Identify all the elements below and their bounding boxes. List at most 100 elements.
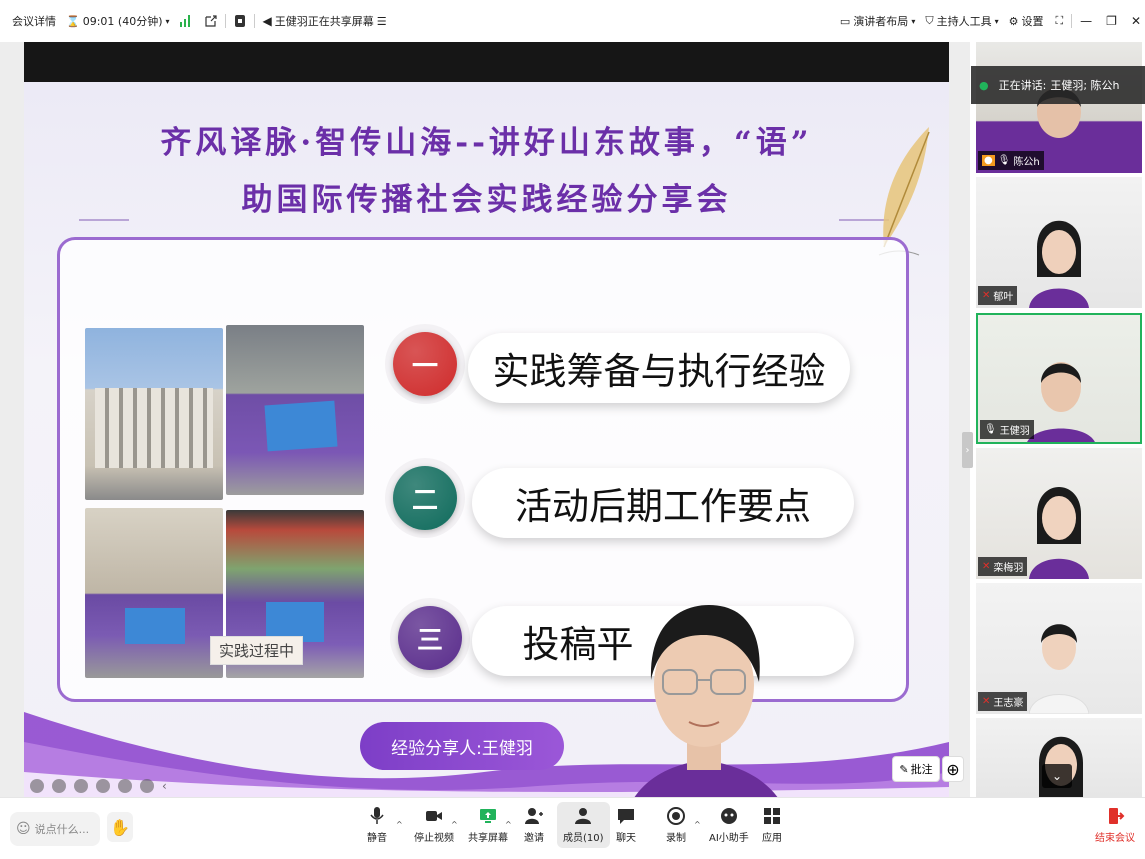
caret-icon[interactable]: ^: [451, 820, 458, 829]
item-number-2: 二: [393, 466, 457, 530]
chevron-left-icon[interactable]: ‹: [162, 779, 167, 793]
record-label: 录制: [666, 833, 686, 844]
screenshot-icon[interactable]: [96, 779, 110, 793]
more-icon[interactable]: [140, 779, 154, 793]
end-meeting-label: 结束会议: [1095, 833, 1135, 844]
meeting-details-label: 会议详情: [12, 15, 56, 28]
participant-tile[interactable]: ✕ 栾梅羽: [976, 448, 1142, 579]
fullscreen-icon[interactable]: ⛶: [1055, 14, 1063, 28]
restore-icon[interactable]: ❐: [1106, 14, 1117, 28]
mic-muted-icon: ✕: [982, 696, 991, 707]
share-screen-label: 共享屏幕: [468, 833, 508, 844]
ai-assistant-button[interactable]: AI小助手: [709, 806, 749, 844]
photo-tag: 实践过程中: [210, 636, 304, 665]
laser-icon[interactable]: [52, 779, 66, 793]
chevron-right-icon: ›: [965, 444, 970, 456]
item-number-1: 一: [393, 332, 457, 396]
caret-icon[interactable]: ^: [505, 820, 512, 829]
chevron-down-icon: ▾: [165, 16, 170, 26]
mute-button[interactable]: 静音: [367, 806, 387, 844]
layout-label: 演讲者布局: [853, 15, 909, 28]
layout-button[interactable]: ▭ 演讲者布局 ▾: [840, 13, 915, 29]
menu-icon: ☰: [376, 14, 387, 28]
mic-icon: [370, 807, 384, 824]
signal-icon[interactable]: [179, 15, 192, 27]
participant-tile[interactable]: ⌄: [976, 718, 1142, 797]
participant-gallery: ● 🎙 陈公h ✕ 郁叶 🎙 王健羽 ✕ 栾梅羽 ✕ 王志豪 ⌄: [975, 42, 1145, 797]
members-label: 成员(10): [563, 833, 604, 844]
exit-icon: [1109, 808, 1125, 824]
stop-video-button[interactable]: 停止视频: [414, 806, 454, 844]
item-number-label: 三: [416, 625, 443, 656]
timer-label: 09:01 (40分钟): [82, 15, 163, 28]
participant-name-tag: 🎙 王健羽: [980, 420, 1034, 439]
item-number-3: 三: [398, 606, 462, 670]
mic-icon: ●: [979, 78, 989, 92]
photo-memorial-wall: [85, 508, 223, 678]
participant-tile-active[interactable]: 🎙 王健羽: [976, 313, 1142, 444]
settings-button[interactable]: ⚙ 设置: [1009, 13, 1044, 29]
camera-icon[interactable]: [118, 779, 132, 793]
invite-button[interactable]: 邀请: [524, 806, 544, 844]
emoji-icon: ☺: [16, 821, 31, 837]
caret-icon[interactable]: ^: [694, 820, 701, 829]
invite-label: 邀请: [524, 833, 544, 844]
close-icon[interactable]: ✕: [1131, 14, 1141, 28]
user-icon: ●: [982, 155, 995, 166]
record-icon: [667, 807, 685, 825]
chat-button[interactable]: 聊天: [616, 806, 636, 844]
item-number-label: 二: [411, 485, 438, 516]
slide-title-line1: 齐风译脉·智传山海--讲好山东故事，“语”: [160, 125, 813, 161]
annotate-button[interactable]: ✎ 批注: [892, 756, 940, 782]
participant-name: 郁叶: [993, 292, 1014, 303]
mic-muted-icon: ✕: [982, 561, 991, 572]
add-user-icon: [525, 808, 543, 824]
participant-name-tag: ✕ 栾梅羽: [978, 557, 1028, 576]
caret-icon[interactable]: ^: [396, 820, 403, 829]
slide-title-line2: 助国际传播社会实践经验分享会: [241, 182, 732, 218]
timer[interactable]: ⌛ 09:01 (40分钟) ▾: [66, 13, 170, 29]
zoom-button[interactable]: ⊕: [942, 756, 964, 782]
gallery-collapse-handle[interactable]: ›: [962, 432, 973, 468]
minimize-icon[interactable]: —: [1080, 14, 1092, 28]
camera-icon: [426, 811, 442, 821]
pointer-icon[interactable]: [30, 779, 44, 793]
chat-quick-input[interactable]: ☺ 说点什么...: [10, 812, 100, 846]
participant-tile[interactable]: ● 🎙 陈公h: [976, 42, 1142, 173]
host-tools-button[interactable]: ⛉ 主持人工具 ▾: [925, 13, 998, 29]
record-button[interactable]: 录制: [666, 806, 686, 844]
top-toolbar: 会议详情 ⌛ 09:01 (40分钟) ▾ ◀ 王健羽正在共享屏幕 ☰ ▭ 演讲…: [0, 0, 1145, 42]
pen-icon[interactable]: [74, 779, 88, 793]
annotate-label: 批注: [910, 763, 933, 776]
security-icon[interactable]: [234, 14, 246, 28]
photo-museum: [85, 328, 223, 500]
popout-icon[interactable]: [204, 14, 217, 28]
share-screen-button[interactable]: 共享屏幕: [468, 806, 508, 844]
apps-button[interactable]: 应用: [762, 806, 782, 844]
members-button[interactable]: 成员(10): [557, 802, 610, 848]
shared-screen[interactable]: 齐风译脉·智传山海--讲好山东故事，“语” 助国际传播社会实践经验分享会 实践过…: [24, 42, 949, 797]
talking-prefix: 正在讲话:: [998, 79, 1047, 92]
raise-hand-button[interactable]: ✋: [107, 812, 133, 842]
hand-icon: ✋: [110, 817, 130, 837]
item-label: 实践筹备与执行经验: [492, 350, 826, 393]
participant-tile[interactable]: ✕ 郁叶: [976, 177, 1142, 308]
item-label: 活动后期工作要点: [515, 485, 811, 528]
talking-names: 王健羽; 陈公h: [1050, 79, 1120, 92]
ai-assistant-icon: [720, 808, 737, 824]
meeting-details-button[interactable]: 会议详情: [12, 13, 56, 29]
participant-name: 王健羽: [999, 426, 1030, 437]
mic-muted-icon: ✕: [982, 290, 991, 301]
share-indicator-icon: ◀: [262, 14, 272, 28]
end-meeting-button[interactable]: 结束会议: [1095, 806, 1135, 844]
sharing-status[interactable]: ◀ 王健羽正在共享屏幕 ☰: [263, 13, 387, 29]
host-tools-label: 主持人工具: [936, 15, 992, 28]
mic-icon: 🎙: [984, 424, 997, 435]
hourglass-icon: ⌛: [66, 14, 80, 28]
participant-tile[interactable]: ✕ 王志豪: [976, 583, 1142, 714]
chevron-down-icon[interactable]: ⌄: [1042, 764, 1072, 788]
presentation-slide: 齐风译脉·智传山海--讲好山东故事，“语” 助国际传播社会实践经验分享会 实践过…: [24, 82, 949, 797]
ai-assistant-label: AI小助手: [709, 833, 749, 844]
slide-tools: ‹: [30, 776, 167, 796]
settings-label: 设置: [1021, 15, 1044, 28]
